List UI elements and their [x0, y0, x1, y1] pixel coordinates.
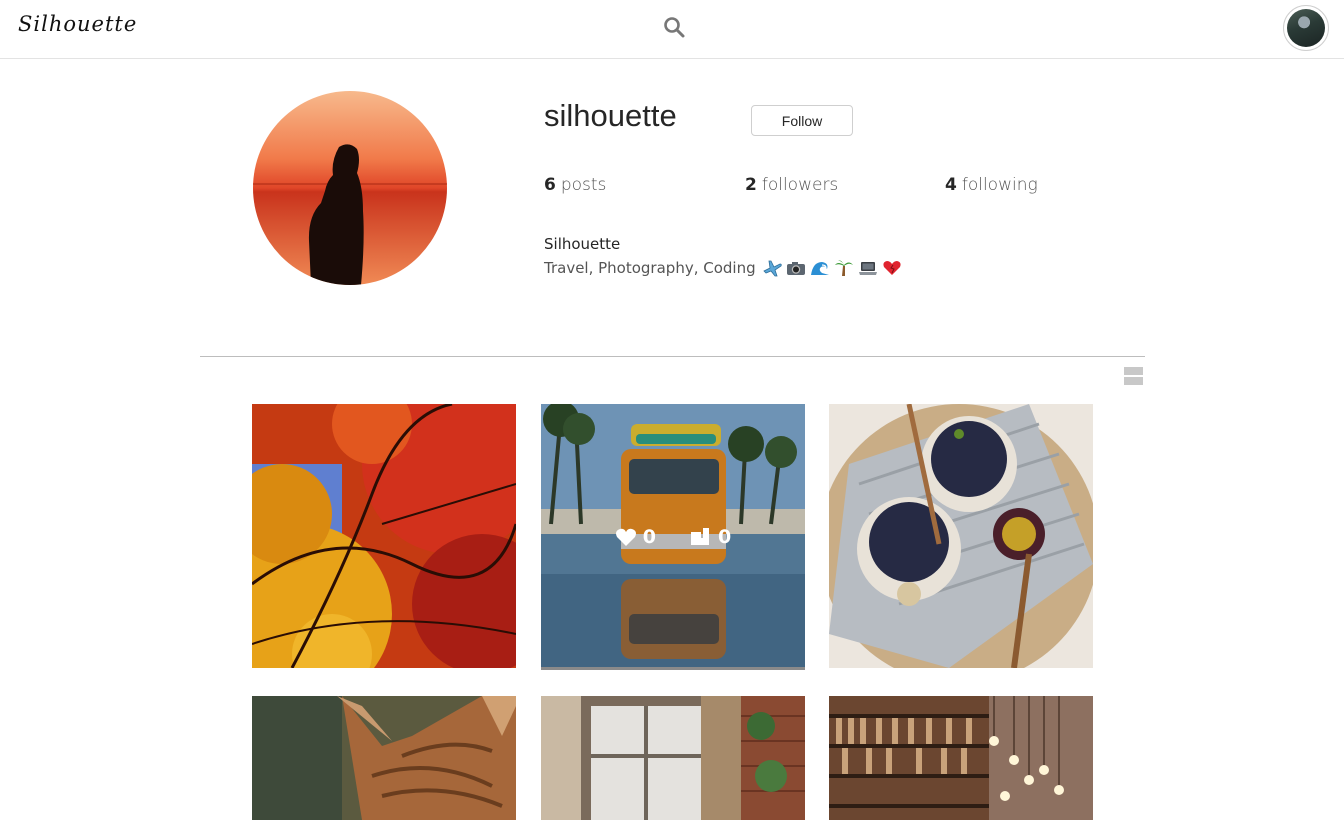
- heart-emoji-icon: [882, 259, 902, 277]
- following-stat[interactable]: 4 following: [945, 175, 1038, 195]
- user-avatar[interactable]: [1283, 5, 1329, 51]
- camera-emoji-icon: [786, 259, 806, 277]
- posts-label: posts: [560, 175, 607, 195]
- posts-count: 6: [544, 175, 556, 195]
- following-count: 4: [945, 175, 957, 195]
- airplane-emoji-icon: [762, 259, 782, 277]
- followers-stat[interactable]: 2 followers: [745, 175, 838, 195]
- post-tile-berry-parfait[interactable]: [829, 404, 1093, 668]
- comment-icon: [691, 528, 709, 545]
- bio-description: Travel, Photography, Coding: [544, 259, 756, 277]
- laptop-emoji-icon: [858, 259, 878, 277]
- followers-count: 2: [745, 175, 757, 195]
- heart-icon: [615, 528, 636, 546]
- likes-count: 0: [615, 526, 656, 548]
- post-tile-orange-van[interactable]: 0 0: [541, 404, 805, 670]
- palm-tree-emoji-icon: [834, 259, 854, 277]
- profile-divider: [200, 356, 1145, 357]
- comments-count: 0: [688, 526, 731, 548]
- bio-name: Silhouette: [544, 235, 621, 253]
- posts-stat[interactable]: 6 posts: [544, 175, 606, 195]
- post-tile-window-room[interactable]: [541, 696, 805, 820]
- post-tile-library-bulbs[interactable]: [829, 696, 1093, 820]
- profile-username: silhouette: [544, 98, 677, 133]
- follow-button[interactable]: Follow: [751, 105, 853, 136]
- following-label: following: [961, 175, 1038, 195]
- post-tile-underline: [541, 667, 805, 670]
- top-nav-bar: Silhouette: [0, 0, 1344, 59]
- app-logo[interactable]: Silhouette: [18, 12, 137, 36]
- post-tile-cat[interactable]: [252, 696, 516, 820]
- search-icon[interactable]: [662, 15, 688, 41]
- bio-text: Travel, Photography, Coding: [544, 259, 902, 277]
- profile-avatar: [253, 91, 447, 285]
- post-hover-overlay: 0 0: [541, 404, 805, 670]
- followers-label: followers: [761, 175, 839, 195]
- post-tile-autumn-leaves[interactable]: [252, 404, 516, 668]
- list-view-icon[interactable]: [1124, 367, 1143, 385]
- wave-emoji-icon: [810, 259, 830, 277]
